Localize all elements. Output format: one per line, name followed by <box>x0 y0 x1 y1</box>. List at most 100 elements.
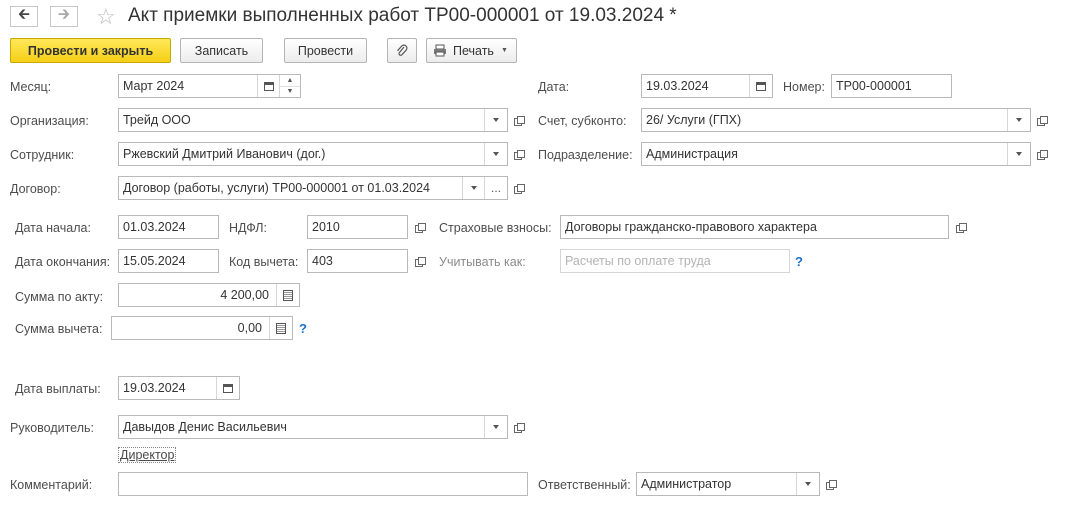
end-date-input[interactable]: 15.05.2024 <box>118 249 219 273</box>
department-value: Администрация <box>646 147 738 161</box>
attach-button[interactable] <box>387 38 417 63</box>
calculator-icon <box>276 322 286 334</box>
back-button[interactable]: 🡰 <box>10 6 38 27</box>
insurance-value: Договоры гражданско-правового характера <box>565 220 817 234</box>
calendar-icon <box>264 81 274 91</box>
responsible-value: Администратор <box>641 477 732 491</box>
comment-input[interactable] <box>118 472 528 496</box>
deduction-code-label: Код вычета: <box>229 255 299 269</box>
open-form-icon <box>414 222 426 233</box>
month-spinner[interactable]: ▲ ▼ <box>279 75 300 97</box>
deduction-sum-calculator-button[interactable] <box>269 317 292 339</box>
arrow-left-icon: 🡰 <box>17 6 31 23</box>
insurance-input[interactable]: Договоры гражданско-правового характера <box>560 215 949 239</box>
act-sum-input[interactable]: 4 200,00 <box>118 283 300 307</box>
account-as-input[interactable]: Расчеты по оплате труда <box>560 249 790 273</box>
deduction-sum-value: 0,00 <box>237 321 262 335</box>
post-button[interactable]: Провести <box>284 38 367 63</box>
start-date-value: 01.03.2024 <box>123 220 186 234</box>
open-form-icon <box>1036 149 1048 160</box>
account-dropdown-button[interactable] <box>1007 109 1030 131</box>
spin-down-icon[interactable]: ▼ <box>280 86 300 97</box>
calendar-icon <box>756 81 766 91</box>
deduction-code-value: 403 <box>312 254 333 268</box>
account-open-button[interactable] <box>1032 109 1050 131</box>
manager-input[interactable]: Давыдов Денис Васильевич <box>118 415 508 439</box>
department-dropdown-button[interactable] <box>1007 143 1030 165</box>
organization-label: Организация: <box>10 114 89 128</box>
date-value: 19.03.2024 <box>646 79 709 93</box>
number-input[interactable]: ТР00-000001 <box>831 74 952 98</box>
start-date-input[interactable]: 01.03.2024 <box>118 215 219 239</box>
start-date-label: Дата начала: <box>15 221 91 235</box>
employee-value: Ржевский Дмитрий Иванович (дог.) <box>123 147 326 161</box>
print-button[interactable]: Печать ▼ <box>426 38 517 63</box>
organization-open-button[interactable] <box>509 109 527 131</box>
responsible-input[interactable]: Администратор <box>636 472 820 496</box>
ndfl-value: 2010 <box>312 220 340 234</box>
responsible-dropdown-button[interactable] <box>796 473 819 495</box>
organization-dropdown-button[interactable] <box>484 109 507 131</box>
month-label: Месяц: <box>10 80 52 94</box>
number-value: ТР00-000001 <box>836 79 912 93</box>
open-form-icon <box>513 183 525 194</box>
contract-select-button[interactable]: ... <box>484 177 507 199</box>
responsible-open-button[interactable] <box>821 473 839 495</box>
account-value: 26/ Услуги (ГПХ) <box>646 113 742 127</box>
comment-label: Комментарий: <box>10 478 93 492</box>
forward-button[interactable]: 🡲 <box>50 6 78 27</box>
date-label: Дата: <box>538 80 570 94</box>
post-and-close-button[interactable]: Провести и закрыть <box>10 38 171 63</box>
account-label: Счет, субконто: <box>538 114 627 128</box>
employee-input[interactable]: Ржевский Дмитрий Иванович (дог.) <box>118 142 508 166</box>
department-open-button[interactable] <box>1032 143 1050 165</box>
department-label: Подразделение: <box>538 148 633 162</box>
deduction-code-input[interactable]: 403 <box>307 249 408 273</box>
manager-open-button[interactable] <box>509 416 527 438</box>
date-calendar-button[interactable] <box>749 75 772 97</box>
employee-dropdown-button[interactable] <box>484 143 507 165</box>
pay-date-value: 19.03.2024 <box>123 381 186 395</box>
help-icon[interactable]: ? <box>299 321 307 336</box>
ndfl-open-button[interactable] <box>410 216 428 238</box>
pay-date-calendar-button[interactable] <box>216 377 239 399</box>
end-date-value: 15.05.2024 <box>123 254 186 268</box>
open-form-icon <box>513 422 525 433</box>
print-label: Печать <box>453 43 494 58</box>
responsible-label: Ответственный: <box>538 478 631 492</box>
save-button[interactable]: Записать <box>180 38 263 63</box>
contract-value: Договор (работы, услуги) ТР00-000001 от … <box>123 181 430 195</box>
manager-dropdown-button[interactable] <box>484 416 507 438</box>
arrow-right-icon: 🡲 <box>57 6 71 23</box>
account-input[interactable]: 26/ Услуги (ГПХ) <box>641 108 1031 132</box>
month-calendar-button[interactable] <box>257 75 280 97</box>
act-sum-calculator-button[interactable] <box>276 284 299 306</box>
ndfl-label: НДФЛ: <box>229 221 267 235</box>
deduction-code-open-button[interactable] <box>410 250 428 272</box>
ellipsis-icon: ... <box>490 181 501 195</box>
contract-label: Договор: <box>10 182 61 196</box>
ndfl-input[interactable]: 2010 <box>307 215 408 239</box>
insurance-open-button[interactable] <box>951 216 969 238</box>
month-value: Март 2024 <box>123 79 185 93</box>
employee-open-button[interactable] <box>509 143 527 165</box>
manager-position-link[interactable]: Директор <box>118 447 177 463</box>
help-icon[interactable]: ? <box>795 254 803 269</box>
date-input[interactable]: 19.03.2024 <box>641 74 773 98</box>
act-sum-value: 4 200,00 <box>220 288 269 302</box>
deduction-sum-input[interactable]: 0,00 <box>111 316 293 340</box>
favorite-star-icon[interactable]: ☆ <box>96 4 116 30</box>
pay-date-label: Дата выплаты: <box>15 382 101 396</box>
organization-input[interactable]: Трейд ООО <box>118 108 508 132</box>
contract-open-button[interactable] <box>509 177 527 199</box>
calendar-icon <box>223 383 233 393</box>
contract-dropdown-button[interactable] <box>462 177 485 199</box>
department-input[interactable]: Администрация <box>641 142 1031 166</box>
contract-input[interactable]: Договор (работы, услуги) ТР00-000001 от … <box>118 176 508 200</box>
month-input[interactable]: Март 2024 ▲ ▼ <box>118 74 301 98</box>
page-title: Акт приемки выполненных работ ТР00-00000… <box>128 5 677 26</box>
open-form-icon <box>955 222 967 233</box>
pay-date-input[interactable]: 19.03.2024 <box>118 376 240 400</box>
account-as-placeholder: Расчеты по оплате труда <box>565 254 711 268</box>
open-form-icon <box>1036 115 1048 126</box>
